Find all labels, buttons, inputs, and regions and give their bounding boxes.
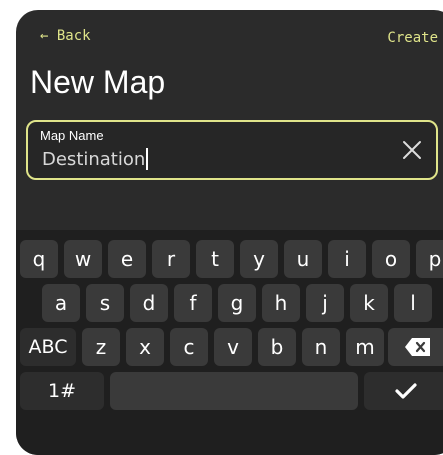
top-bar: ← Back Create <box>16 28 443 48</box>
key-backspace[interactable] <box>388 328 443 366</box>
key-y[interactable]: y <box>240 240 278 278</box>
map-name-field[interactable]: Map Name Destination <box>26 120 438 180</box>
keyboard-row-2: asdfghjkl <box>16 284 443 322</box>
key-j[interactable]: j <box>306 284 344 322</box>
key-l[interactable]: l <box>394 284 432 322</box>
keyboard-row-3: ABC zxcvbnm <box>16 328 443 366</box>
key-space[interactable] <box>110 372 358 410</box>
key-v[interactable]: v <box>214 328 252 366</box>
key-c[interactable]: c <box>170 328 208 366</box>
map-name-value: Destination <box>42 149 146 170</box>
key-x[interactable]: x <box>126 328 164 366</box>
key-r[interactable]: r <box>152 240 190 278</box>
key-t[interactable]: t <box>196 240 234 278</box>
key-d[interactable]: d <box>130 284 168 322</box>
text-cursor <box>146 148 149 170</box>
key-z[interactable]: z <box>82 328 120 366</box>
on-screen-keyboard: qwertyuiop asdfghjkl ABC zxcvbnm 1# <box>16 230 443 455</box>
key-g[interactable]: g <box>218 284 256 322</box>
backspace-icon <box>404 337 432 357</box>
key-q[interactable]: q <box>20 240 58 278</box>
key-o[interactable]: o <box>372 240 410 278</box>
key-n[interactable]: n <box>302 328 340 366</box>
key-done[interactable] <box>364 372 443 410</box>
create-button[interactable]: Create <box>387 30 438 46</box>
checkmark-icon <box>395 382 417 400</box>
key-k[interactable]: k <box>350 284 388 322</box>
key-p[interactable]: p <box>416 240 443 278</box>
key-i[interactable]: i <box>328 240 366 278</box>
key-numbers[interactable]: 1# <box>20 372 104 410</box>
map-name-label: Map Name <box>40 128 104 143</box>
key-h[interactable]: h <box>262 284 300 322</box>
key-b[interactable]: b <box>258 328 296 366</box>
key-u[interactable]: u <box>284 240 322 278</box>
keyboard-row-1: qwertyuiop <box>16 240 443 278</box>
back-button[interactable]: ← Back <box>40 28 91 44</box>
key-w[interactable]: w <box>64 240 102 278</box>
page-title: New Map <box>30 64 166 100</box>
app-screen: ← Back Create New Map Map Name Destinati… <box>16 10 443 455</box>
key-a[interactable]: a <box>42 284 80 322</box>
key-f[interactable]: f <box>174 284 212 322</box>
key-abc[interactable]: ABC <box>20 328 76 366</box>
key-m[interactable]: m <box>346 328 384 366</box>
close-icon[interactable] <box>400 138 424 162</box>
key-s[interactable]: s <box>86 284 124 322</box>
map-name-input[interactable]: Destination <box>42 148 149 170</box>
keyboard-row-4: 1# <box>16 372 443 410</box>
key-e[interactable]: e <box>108 240 146 278</box>
